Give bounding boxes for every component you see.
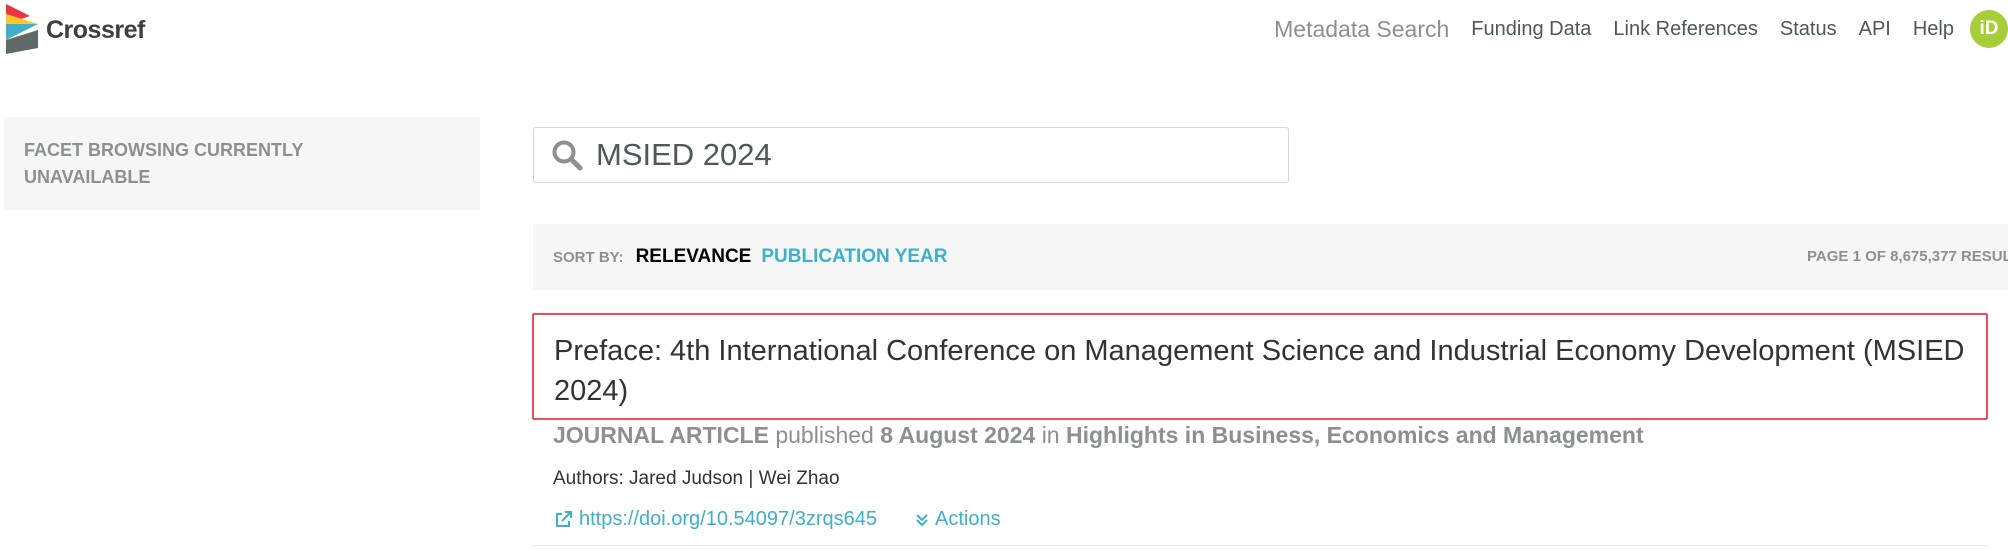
doi-link[interactable]: https://doi.org/10.54097/3zrqs645 — [553, 508, 877, 531]
top-navigation: Metadata Search Funding Data Link Refere… — [1274, 8, 2008, 50]
double-chevron-down-icon — [915, 512, 929, 528]
search-icon — [550, 138, 584, 172]
published-word: published — [775, 422, 874, 448]
orcid-icon[interactable]: iD — [1970, 10, 2008, 48]
external-link-icon — [553, 510, 573, 530]
nav-api[interactable]: API — [1859, 18, 1891, 41]
facet-unavailable-text: FACET BROWSING CURRENTLY UNAVAILABLE — [24, 140, 304, 187]
search-box — [533, 127, 1289, 183]
nav-funding-data[interactable]: Funding Data — [1471, 18, 1591, 41]
actions-label: Actions — [935, 508, 1001, 530]
doi-text: https://doi.org/10.54097/3zrqs645 — [579, 508, 877, 530]
page-count: PAGE 1 OF 8,675,377 RESULTS — [1807, 248, 2008, 265]
sort-by-label: SORT BY: — [553, 248, 624, 266]
nav-help[interactable]: Help — [1913, 18, 1954, 41]
in-word: in — [1041, 422, 1060, 448]
result-type: JOURNAL ARTICLE — [553, 422, 769, 448]
nav-status[interactable]: Status — [1780, 18, 1837, 41]
orcid-label: iD — [1979, 18, 1999, 39]
crossref-logo-icon — [6, 4, 38, 54]
sort-relevance[interactable]: RELEVANCE — [636, 246, 752, 268]
crossref-logo[interactable]: Crossref — [4, 2, 145, 54]
sort-publication-year[interactable]: PUBLICATION YEAR — [761, 246, 947, 268]
nav-link-references[interactable]: Link References — [1613, 18, 1758, 41]
result-date: 8 August 2024 — [880, 422, 1036, 448]
result-journal: Highlights in Business, Economics and Ma… — [1065, 422, 1644, 448]
search-input[interactable] — [596, 137, 1236, 173]
facet-panel: FACET BROWSING CURRENTLY UNAVAILABLE — [4, 117, 480, 210]
logo-text: Crossref — [46, 15, 145, 44]
result-links: https://doi.org/10.54097/3zrqs645 Action… — [553, 508, 1001, 531]
result-title[interactable]: Preface: 4th International Conference on… — [532, 313, 1988, 420]
actions-toggle[interactable]: Actions — [915, 508, 1001, 531]
result-meta: JOURNAL ARTICLE published 8 August 2024 … — [553, 422, 1644, 449]
result-divider — [532, 545, 1988, 546]
nav-metadata-search[interactable]: Metadata Search — [1274, 16, 1449, 43]
sort-bar: SORT BY: RELEVANCE PUBLICATION YEAR PAGE… — [533, 224, 2008, 290]
result-authors: Authors: Jared Judson | Wei Zhao — [553, 468, 840, 489]
